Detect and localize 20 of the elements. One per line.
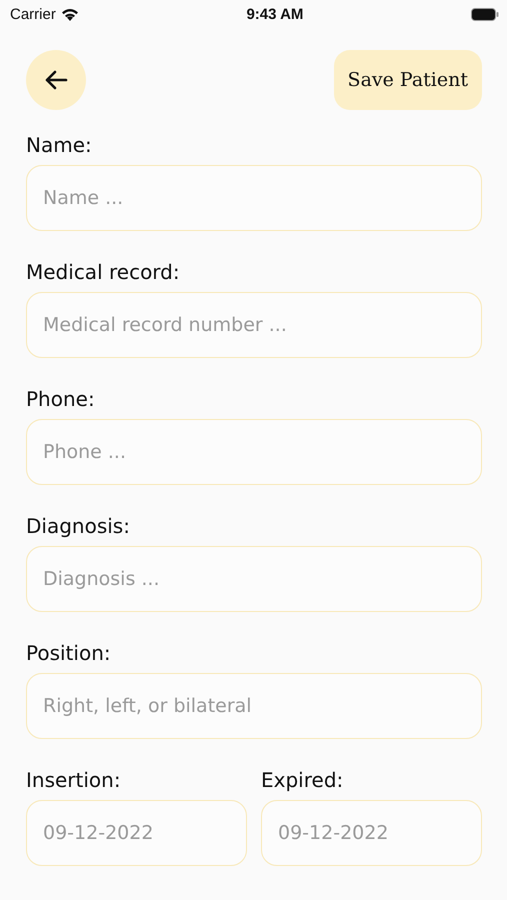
field-label: Position: [26, 640, 112, 667]
battery-icon [471, 8, 499, 20]
save-button[interactable]: Save Patient [334, 50, 482, 110]
input-field[interactable]: Medical record number ... [26, 292, 482, 358]
field-label: Expired: [261, 767, 344, 794]
input-field[interactable]: Phone ... [26, 419, 482, 485]
field-label: Insertion: [26, 767, 122, 794]
date-field[interactable]: 09-12-2022 [26, 800, 247, 866]
date-field[interactable]: 09-12-2022 [261, 800, 482, 866]
field-label: Diagnosis: [26, 513, 131, 540]
field-label: Name: [26, 132, 93, 159]
input-field[interactable]: Diagnosis ... [26, 546, 482, 612]
status-time: 9:43 AM [246, 6, 304, 22]
input-field[interactable]: Right, left, or bilateral [26, 673, 482, 739]
field-label: Medical record: [26, 259, 181, 286]
input-field[interactable]: Name ... [26, 165, 482, 231]
field-label: Phone: [26, 386, 96, 413]
carrier-label: Carrier [10, 6, 56, 22]
wifi-icon [60, 8, 79, 20]
back-arrow-icon [44, 70, 68, 90]
